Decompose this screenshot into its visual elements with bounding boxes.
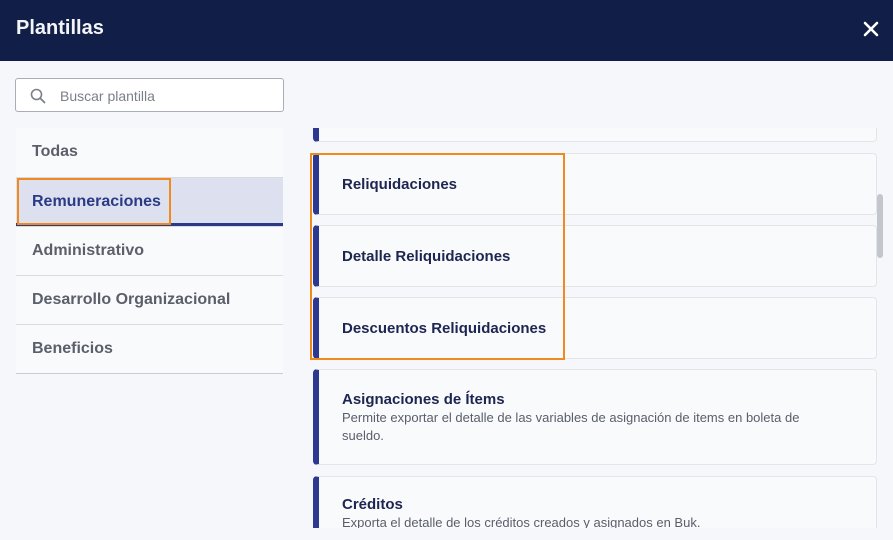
template-title: Asignaciones de Ítems <box>342 391 505 408</box>
category-label: Administrativo <box>32 242 145 259</box>
category-item-todas[interactable]: Todas <box>16 128 283 177</box>
template-title: Créditos <box>342 496 403 513</box>
modal-title: Plantillas <box>16 17 104 39</box>
template-card[interactable]: Créditos Exporta el detalle de los crédi… <box>313 476 877 528</box>
template-description: Exporta el detalle de los créditos cread… <box>342 515 701 528</box>
category-item-remuneraciones[interactable]: Remuneraciones <box>16 177 283 226</box>
category-label: Desarrollo Organizacional <box>32 291 231 308</box>
close-button[interactable] <box>859 17 883 41</box>
category-list: Todas Remuneraciones Administrativo Desa… <box>16 128 283 374</box>
category-item-desarrollo-organizacional[interactable]: Desarrollo Organizacional <box>16 275 283 324</box>
close-icon <box>863 21 879 37</box>
category-item-administrativo[interactable]: Administrativo <box>16 226 283 275</box>
highlight-box <box>310 153 565 360</box>
category-label: Remuneraciones <box>32 193 161 210</box>
template-description: Permite exportar el detalle de las varia… <box>342 410 800 443</box>
search-icon <box>30 88 46 104</box>
template-card[interactable]: Asignaciones de Ítems Permite exportar e… <box>313 369 877 465</box>
search-input[interactable] <box>60 85 270 107</box>
category-item-beneficios[interactable]: Beneficios <box>16 324 283 373</box>
scrollbar-thumb[interactable] <box>877 194 883 258</box>
scrollbar[interactable] <box>877 128 883 528</box>
template-card-partial[interactable] <box>313 128 877 142</box>
modal-header: Plantillas <box>0 0 893 61</box>
search-box[interactable] <box>15 78 284 112</box>
category-label: Todas <box>32 143 78 160</box>
category-label: Beneficios <box>32 340 113 357</box>
